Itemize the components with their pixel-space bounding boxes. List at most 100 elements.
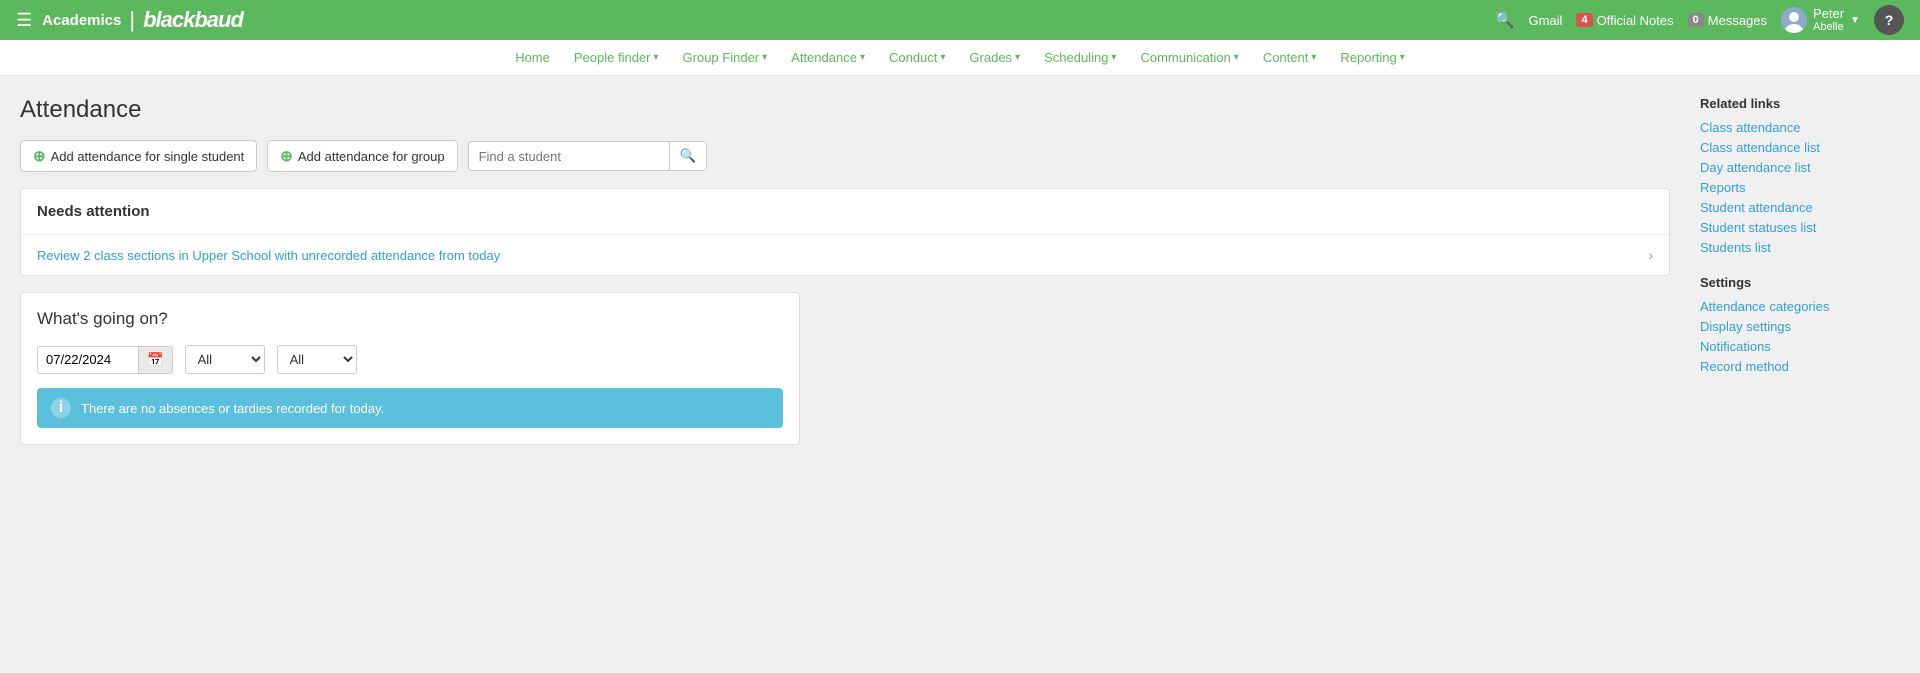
nav-people-finder[interactable]: People finder ▾ [564,40,669,76]
whats-going-on-title: What's going on? [37,309,783,329]
top-bar-right: 🔍 Gmail 4 Official Notes 0 Messages Pete… [1495,5,1904,35]
nav-home[interactable]: Home [505,40,560,76]
search-icon[interactable]: 🔍 [1495,10,1515,30]
user-menu[interactable]: Peter Abelle ▼ [1781,6,1860,35]
grades-caret: ▾ [1015,52,1020,63]
add-group-plus-icon: ⊕ [280,147,293,165]
nav-grades-label: Grades [969,50,1012,65]
nav-home-label: Home [515,50,550,65]
reporting-caret: ▾ [1400,52,1405,63]
brand-divider: | [129,7,135,33]
nav-conduct[interactable]: Conduct ▾ [879,40,955,76]
list-item: Attendance categories [1700,298,1900,314]
messages-badge: 0 [1688,13,1704,27]
list-item: Class attendance [1700,119,1900,135]
info-icon: i [51,398,71,418]
settings-links-list: Attendance categories Display settings N… [1700,298,1900,374]
settings-link-notifications[interactable]: Notifications [1700,339,1771,354]
needs-attention-panel: Needs attention Review 2 class sections … [20,188,1670,276]
settings-link-attendance-categories[interactable]: Attendance categories [1700,299,1829,314]
nav-group-finder-label: Group Finder [683,50,760,65]
related-link-students-list[interactable]: Students list [1700,240,1771,255]
needs-attention-chevron: › [1648,247,1653,263]
info-alert: i There are no absences or tardies recor… [37,388,783,428]
list-item: Notifications [1700,338,1900,354]
nav-reporting[interactable]: Reporting ▾ [1330,40,1414,76]
related-link-student-statuses-list[interactable]: Student statuses list [1700,220,1816,235]
settings-title: Settings [1700,275,1900,290]
needs-attention-header: Needs attention [21,189,1669,235]
list-item: Display settings [1700,318,1900,334]
list-item: Day attendance list [1700,159,1900,175]
list-item: Students list [1700,239,1900,255]
nav-group-finder[interactable]: Group Finder ▾ [673,40,778,76]
top-bar-left: ☰ Academics | blackbaud [16,7,243,33]
nav-people-finder-label: People finder [574,50,651,65]
blackbaud-logo: blackbaud [143,7,243,33]
nav-scheduling[interactable]: Scheduling ▾ [1034,40,1126,76]
attendance-caret: ▾ [860,52,865,63]
list-item: Record method [1700,358,1900,374]
messages-label: Messages [1708,13,1767,28]
nav-communication[interactable]: Communication ▾ [1130,40,1248,76]
nav-attendance-label: Attendance [791,50,857,65]
nav-grades[interactable]: Grades ▾ [959,40,1030,76]
info-alert-text: There are no absences or tardies recorde… [81,401,384,416]
related-link-class-attendance[interactable]: Class attendance [1700,120,1800,135]
hamburger-menu[interactable]: ☰ [16,10,32,31]
search-icon: 🔍 [680,148,697,163]
add-single-label: Add attendance for single student [51,149,245,164]
content-caret: ▾ [1311,52,1316,63]
secondary-nav: Home People finder ▾ Group Finder ▾ Atte… [0,40,1920,76]
related-links-title: Related links [1700,96,1900,111]
related-links-list: Class attendance Class attendance list D… [1700,119,1900,255]
related-link-class-attendance-list[interactable]: Class attendance list [1700,140,1820,155]
calendar-button[interactable]: 📅 [138,347,172,373]
list-item: Class attendance list [1700,139,1900,155]
related-link-student-attendance[interactable]: Student attendance [1700,200,1813,215]
nav-content[interactable]: Content ▾ [1253,40,1327,76]
add-group-button[interactable]: ⊕ Add attendance for group [267,140,457,172]
related-link-reports[interactable]: Reports [1700,180,1746,195]
list-item: Reports [1700,179,1900,195]
main-content: Attendance ⊕ Add attendance for single s… [0,76,1920,465]
nav-attendance[interactable]: Attendance ▾ [781,40,875,76]
nav-communication-label: Communication [1140,50,1230,65]
student-search-button[interactable]: 🔍 [669,142,707,170]
messages-btn[interactable]: 0 Messages [1688,13,1767,28]
student-search-input[interactable] [469,143,669,170]
action-bar: ⊕ Add attendance for single student ⊕ Ad… [20,140,1670,172]
add-single-student-button[interactable]: ⊕ Add attendance for single student [20,140,257,172]
whats-going-on-panel: What's going on? 📅 All All i There are n… [20,292,800,445]
related-link-day-attendance-list[interactable]: Day attendance list [1700,160,1811,175]
page-title: Attendance [20,96,1670,124]
top-bar: ☰ Academics | blackbaud 🔍 Gmail 4 Offici… [0,0,1920,40]
nav-reporting-label: Reporting [1340,50,1396,65]
sidebar: Related links Class attendance Class att… [1700,96,1900,445]
date-field: 📅 [37,346,173,374]
needs-attention-body: Review 2 class sections in Upper School … [21,235,1669,275]
help-button[interactable]: ? [1874,5,1904,35]
conduct-caret: ▾ [940,52,945,63]
content-area: Attendance ⊕ Add attendance for single s… [20,96,1670,445]
settings-link-record-method[interactable]: Record method [1700,359,1789,374]
nav-content-label: Content [1263,50,1309,65]
filter2-select[interactable]: All [277,345,357,374]
needs-attention-link[interactable]: Review 2 class sections in Upper School … [37,248,500,263]
user-menu-chevron: ▼ [1850,15,1860,26]
filter1-select[interactable]: All [185,345,265,374]
student-search-field: 🔍 [468,141,708,171]
settings-link-display-settings[interactable]: Display settings [1700,319,1791,334]
wgo-filters: 📅 All All [37,345,783,374]
list-item: Student statuses list [1700,219,1900,235]
avatar [1781,7,1807,33]
add-single-plus-icon: ⊕ [33,147,46,165]
official-notes-btn[interactable]: 4 Official Notes [1576,13,1673,28]
add-group-label: Add attendance for group [298,149,445,164]
nav-scheduling-label: Scheduling [1044,50,1108,65]
official-notes-badge: 4 [1576,13,1592,27]
gmail-link[interactable]: Gmail [1528,13,1562,28]
date-input[interactable] [38,347,138,372]
user-name: Peter Abelle [1813,6,1844,35]
scheduling-caret: ▾ [1111,52,1116,63]
